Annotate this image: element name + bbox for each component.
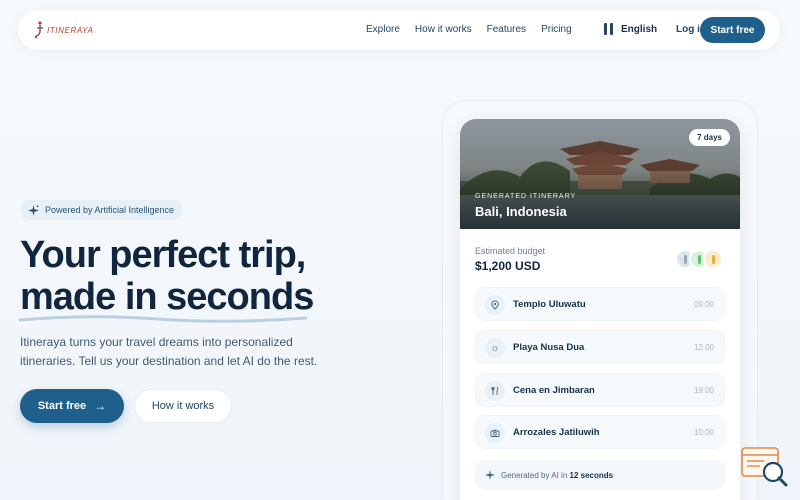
nav-link-explore[interactable]: Explore [366,24,400,35]
hero-title: Your perfect trip, made in seconds [20,234,314,318]
brand-logo[interactable]: ITINERAYA [34,20,94,40]
list-item[interactable]: ☼ Playa Nusa Dua 12:00 [475,330,725,364]
top-navbar: ITINERAYA Explore How it works Features … [18,10,780,50]
utensils-icon [485,381,505,401]
list-item[interactable]: Templo Uluwatu 09:00 [475,287,725,321]
hero-how-it-works-button[interactable]: How it works [134,389,232,423]
budget-value: $1,200 USD [475,259,541,273]
nav-link-how-it-works[interactable]: How it works [415,24,472,35]
brand-name: ITINERAYA [47,25,94,35]
avatar [703,249,723,269]
nav-links: Explore How it works Features Pricing [366,24,587,35]
title-underline-decoration [18,315,308,323]
ai-generated-text: Generated by AI in 12 seconds [501,470,614,480]
nav-link-pricing[interactable]: Pricing [541,24,572,35]
sun-icon: ☼ [485,338,505,358]
budget-label: Estimated budget [475,246,546,256]
stop-time: 10:00 [693,428,714,437]
stop-name: Cena en Jimbaran [513,385,595,396]
stop-time: 12:00 [693,343,714,352]
location-pin-icon [485,295,505,315]
itinerary-card: 7 days GENERATED ITINERARY Bali, Indones… [460,119,740,500]
stop-name: Templo Uluwatu [513,299,586,310]
language-selector[interactable]: English [604,23,657,35]
help-widget[interactable] [740,446,790,490]
sparkle-icon [28,204,39,216]
traveler-avatars [675,249,723,269]
camera-icon [485,423,505,443]
arrow-right-icon: → [94,399,107,413]
logo-mark-icon [34,20,46,40]
nav-link-features[interactable]: Features [487,24,526,35]
stop-name: Playa Nusa Dua [513,342,585,353]
stop-time: 09:00 [693,300,714,309]
list-item[interactable]: Arrozales Jatiluwih 10:00 [475,415,725,449]
ai-generated-footer: Generated by AI in 12 seconds [475,460,725,490]
language-label: English [621,23,658,35]
chat-search-icon [741,447,788,487]
destination-name: Bali, Indonesia [475,204,567,219]
stop-time: 19:00 [693,386,714,395]
hero-start-free-button[interactable]: Start free → [20,389,124,423]
sparkle-icon [485,470,495,480]
generated-itinerary-label: GENERATED ITINERARY [475,193,577,200]
language-icon [604,23,614,35]
stop-name: Arrozales Jatiluwih [513,427,600,438]
start-free-label: Start free [37,400,87,412]
hero-title-line-1: Your perfect trip, [20,234,306,276]
ai-powered-badge: Powered by Artificial Intelligence [20,200,184,220]
hero-subtitle: Itineraya turns your travel dreams into … [20,335,318,368]
days-badge: 7 days [689,129,730,146]
list-item[interactable]: Cena en Jimbaran 19:00 [475,373,725,407]
nav-start-free-button[interactable]: Start free [700,17,765,43]
ai-badge-label: Powered by Artificial Intelligence [45,205,175,215]
destination-photo: 7 days GENERATED ITINERARY Bali, Indones… [460,119,740,229]
